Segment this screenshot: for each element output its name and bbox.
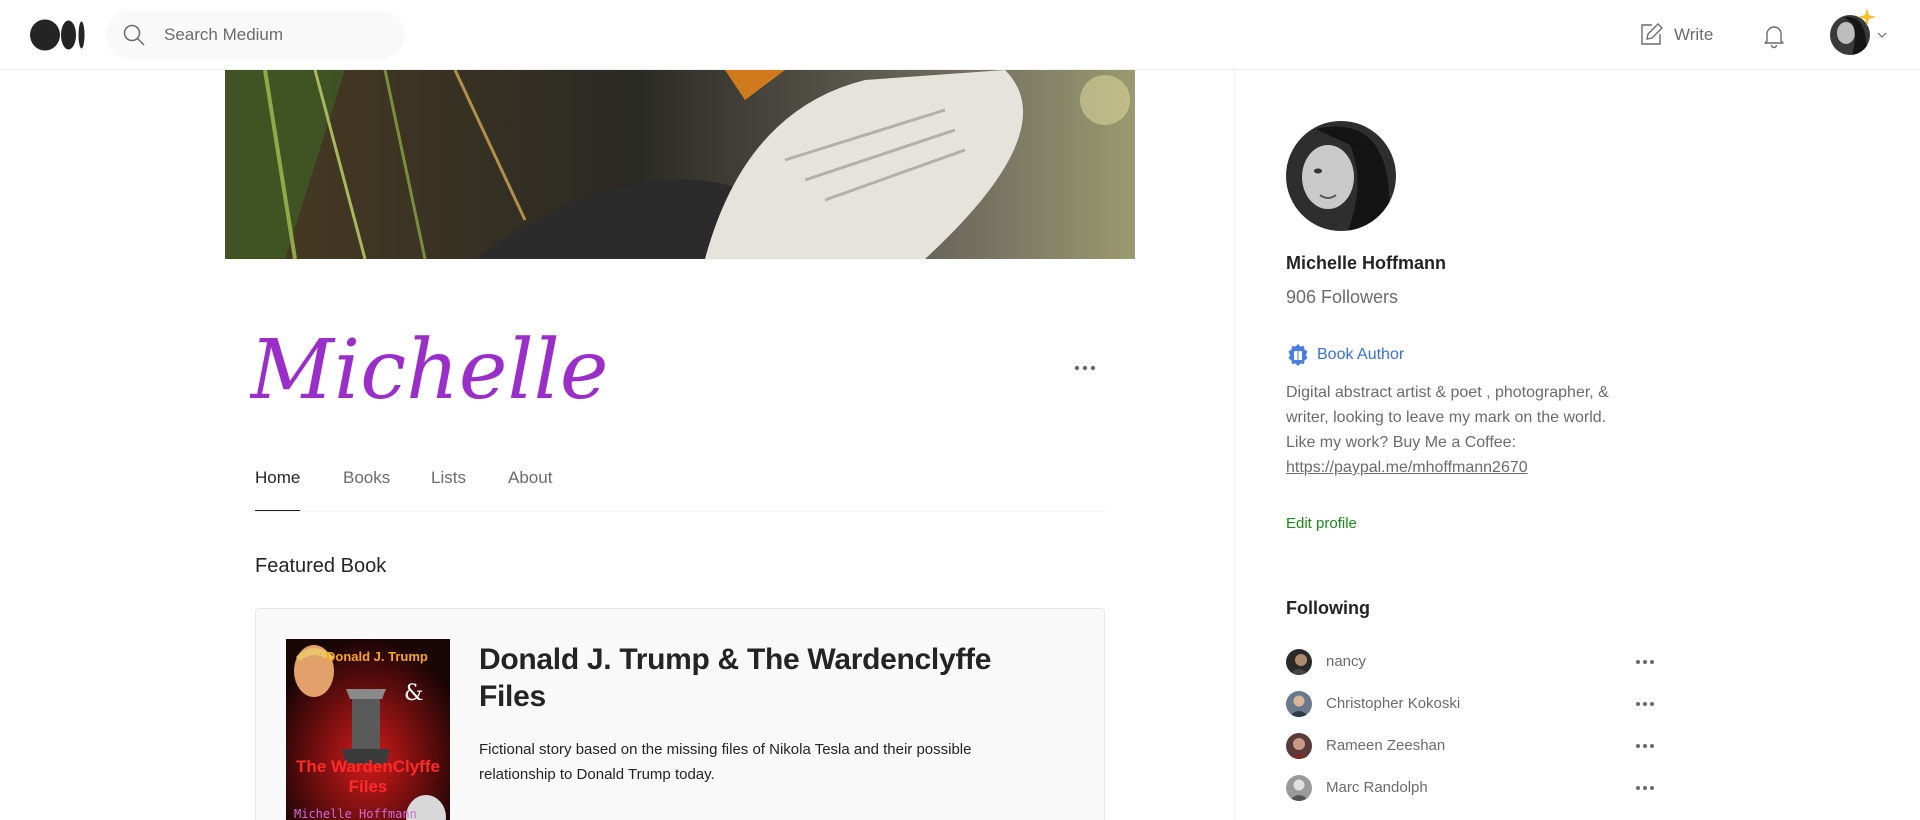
following-avatar-photo [1286,691,1312,717]
bio-line: Like my work? Buy Me a Coffee: [1286,434,1517,451]
profile-signature: Michelle :) [248,300,694,430]
pencil-square-icon [1641,23,1663,45]
book-author-badge[interactable]: Book Author [1286,343,1404,367]
more-options-icon[interactable] [1634,781,1656,795]
more-options-icon[interactable] [1072,358,1098,378]
bio-line: writer, looking to leave my mark on the … [1286,409,1607,426]
banner-photo [225,70,1135,259]
following-avatar[interactable] [1286,733,1312,759]
following-avatar-photo [1286,775,1312,801]
following-name[interactable]: Marc Randolph [1326,779,1428,796]
svg-text:Michelle :): Michelle :) [250,323,610,418]
followers-count[interactable]: 906 Followers [1286,287,1398,308]
following-avatar[interactable] [1286,649,1312,675]
profile-banner-image [225,70,1135,259]
following-name[interactable]: nancy [1326,653,1366,670]
book-title[interactable]: Donald J. Trump & The Wardenclyffe Files [479,641,999,715]
paypal-link[interactable]: https://paypal.me/mhoffmann2670 [1286,459,1528,476]
book-cover[interactable]: Donald J. Trump & The WardenClyffe Files… [286,639,450,820]
write-label: Write [1674,25,1714,44]
chevron-down-icon[interactable] [1876,29,1888,41]
more-options-icon[interactable] [1634,739,1656,753]
following-item[interactable]: nancy [1286,649,1656,675]
medium-logo-icon[interactable] [30,19,86,51]
following-name[interactable]: Christopher Kokoski [1326,695,1460,712]
following-name[interactable]: Rameen Zeeshan [1326,737,1445,754]
write-button[interactable]: Write [1638,20,1713,50]
sparkle-icon [1858,8,1876,26]
profile-avatar[interactable] [1286,121,1396,231]
cover-author: Michelle Hoffmann [294,807,417,820]
profile-bio: Digital abstract artist & poet , photogr… [1286,380,1666,480]
tab-lists[interactable]: Lists [431,468,466,510]
following-avatar-photo [1286,649,1312,675]
cover-main-title: The WardenClyffe Files [296,757,440,796]
tab-books[interactable]: Books [343,468,390,510]
book-author-badge-icon [1288,344,1308,366]
more-options-icon[interactable] [1634,655,1656,669]
signature-lettering: Michelle :) [248,323,694,418]
cover-top-text: Donald J. Trump [326,649,428,664]
edit-profile-link[interactable]: Edit profile [1286,515,1357,532]
following-item[interactable]: Marc Randolph [1286,775,1656,801]
following-avatar-photo [1286,733,1312,759]
following-item[interactable]: Rameen Zeeshan [1286,733,1656,759]
featured-section-title: Featured Book [255,555,387,577]
bio-line: Digital abstract artist & poet , photogr… [1286,384,1609,401]
following-avatar[interactable] [1286,775,1312,801]
following-avatar[interactable] [1286,691,1312,717]
featured-book-card[interactable]: Donald J. Trump & The WardenClyffe Files… [255,608,1105,820]
profile-photo [1286,121,1396,231]
tab-about[interactable]: About [508,468,552,510]
tab-home[interactable]: Home [255,468,301,511]
cover-ampersand: & [404,681,424,706]
notifications-bell-icon[interactable] [1760,21,1788,49]
following-title[interactable]: Following [1286,598,1370,619]
search-bar[interactable] [106,10,405,60]
more-options-icon[interactable] [1634,697,1656,711]
top-navigation-bar: Write [0,0,1920,70]
profile-tabs: Home Books Lists About [255,452,1105,512]
search-input[interactable] [164,20,384,50]
following-item[interactable]: Christopher Kokoski [1286,691,1656,717]
badge-label: Book Author [1317,346,1405,363]
profile-name: Michelle Hoffmann [1286,253,1447,273]
search-icon [123,24,145,46]
book-description: Fictional story based on the missing fil… [479,741,972,783]
sidebar-divider [1234,70,1235,820]
